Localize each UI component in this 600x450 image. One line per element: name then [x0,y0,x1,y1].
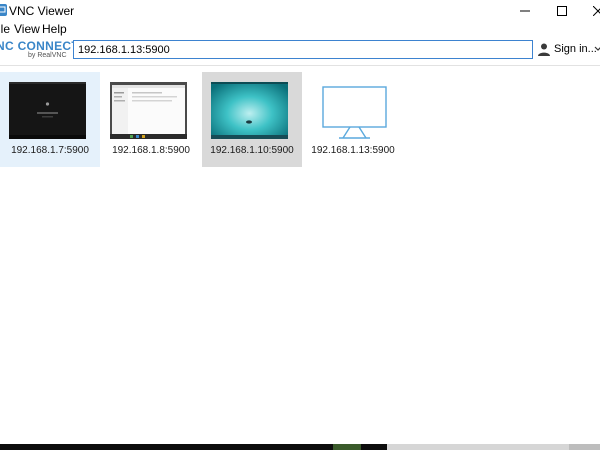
close-icon [593,6,600,16]
monitor-placeholder-icon [312,82,389,139]
connection-tile[interactable]: 192.168.1.8:5900 [101,72,201,167]
address-book-grid: 192.168.1.7:5900 192.168.1.8:5900 192.16… [0,66,600,444]
menu-file[interactable]: ile [0,22,10,36]
sign-in-label: Sign in... [554,43,597,55]
connection-thumbnail [110,82,187,139]
connection-thumbnail [9,82,86,139]
connection-tile[interactable]: 192.168.1.7:5900 [0,72,100,167]
connection-tile[interactable]: 192.168.1.10:5900 [202,72,302,167]
taskbar-item[interactable] [569,444,600,450]
vnc-viewer-window: VNC Viewer ile View Help NC CONNECT by R… [0,0,600,450]
connection-thumbnail [211,82,288,139]
connection-label: 192.168.1.7:5900 [11,145,89,156]
connection-label: 192.168.1.8:5900 [112,145,190,156]
minimize-icon [520,10,530,12]
window-title: VNC Viewer [9,4,75,18]
taskbar [0,444,600,450]
logo-sub-text: by RealVNC [28,52,67,59]
connection-label: 192.168.1.10:5900 [210,145,294,156]
maximize-button[interactable] [545,0,579,22]
maximize-icon [557,6,567,16]
address-input[interactable] [73,40,533,59]
vnc-viewer-app-icon[interactable] [0,4,7,16]
menu-bar: ile View Help [0,22,600,37]
user-icon [538,43,550,56]
close-button[interactable] [581,0,600,22]
menu-view[interactable]: View [14,22,40,36]
logo-main-text: NC CONNECT [0,39,79,53]
minimize-button[interactable] [508,0,542,22]
connection-label: 192.168.1.13:5900 [311,145,395,156]
taskbar-item[interactable] [333,444,361,450]
vnc-connect-logo: NC CONNECT by RealVNC [0,39,79,63]
chevron-down-icon[interactable] [594,45,600,53]
connection-tile[interactable]: 192.168.1.13:5900 [303,72,403,167]
title-bar[interactable]: VNC Viewer [0,0,600,22]
taskbar-item[interactable] [387,444,569,450]
menu-help[interactable]: Help [42,22,67,36]
toolbar: NC CONNECT by RealVNC Sign in... [0,37,600,66]
